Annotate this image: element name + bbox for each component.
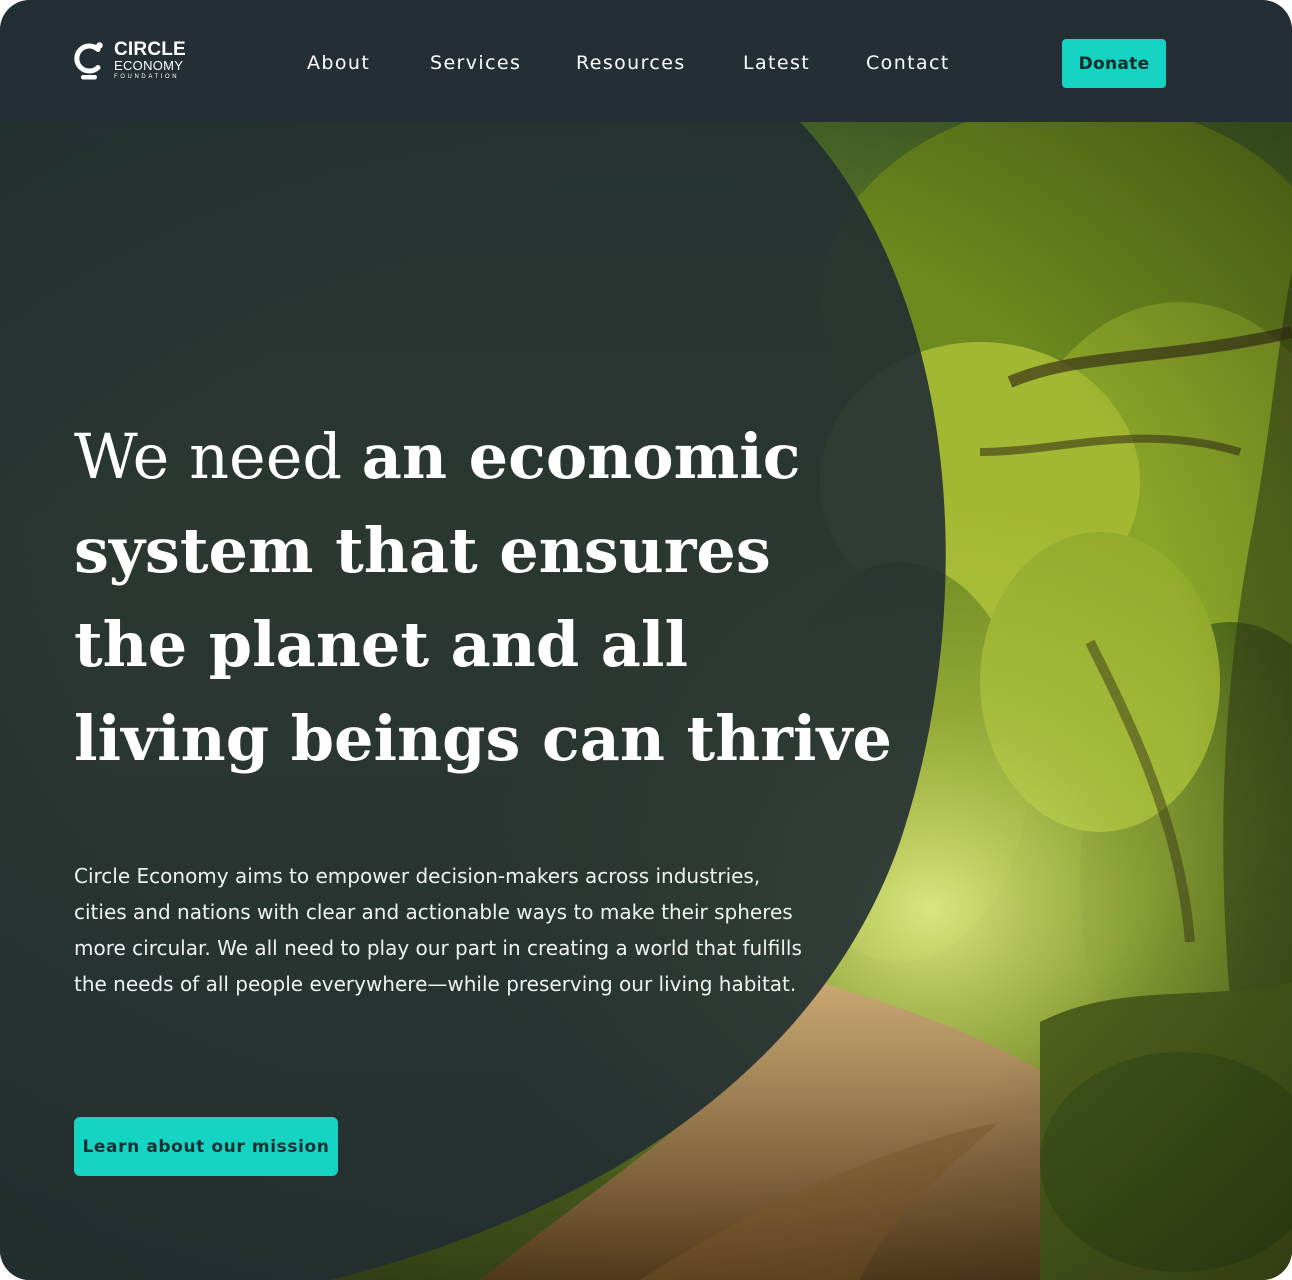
learn-mission-button[interactable]: Learn about our mission	[74, 1117, 338, 1176]
circle-c-logo-icon	[74, 42, 103, 80]
brand-line-3: FOUNDATION	[114, 74, 180, 80]
nav-link-resources[interactable]: Resources	[576, 50, 686, 76]
hero-headline: We need an economic system that ensures …	[74, 410, 894, 786]
hero-description: Circle Economy aims to empower decision-…	[74, 864, 802, 996]
page-frame: CIRCLE ECONOMY FOUNDATION About Services…	[0, 0, 1292, 1280]
brand-line-2: ECONOMY	[114, 58, 184, 73]
nav-link-latest[interactable]: Latest	[743, 50, 810, 76]
nav-link-about[interactable]: About	[307, 50, 370, 76]
brand-line-1: CIRCLE	[114, 39, 186, 60]
hero-section: We need an economic system that ensures …	[0, 122, 1292, 1280]
nav-link-contact[interactable]: Contact	[866, 50, 950, 76]
top-navigation: CIRCLE ECONOMY FOUNDATION About Services…	[0, 0, 1292, 122]
brand-logo[interactable]: CIRCLE ECONOMY FOUNDATION	[72, 40, 202, 84]
donate-button[interactable]: Donate	[1062, 39, 1166, 88]
nav-link-services[interactable]: Services	[430, 50, 521, 76]
headline-light: We need	[74, 420, 362, 493]
brand-wordmark: CIRCLE ECONOMY FOUNDATION	[114, 40, 186, 82]
